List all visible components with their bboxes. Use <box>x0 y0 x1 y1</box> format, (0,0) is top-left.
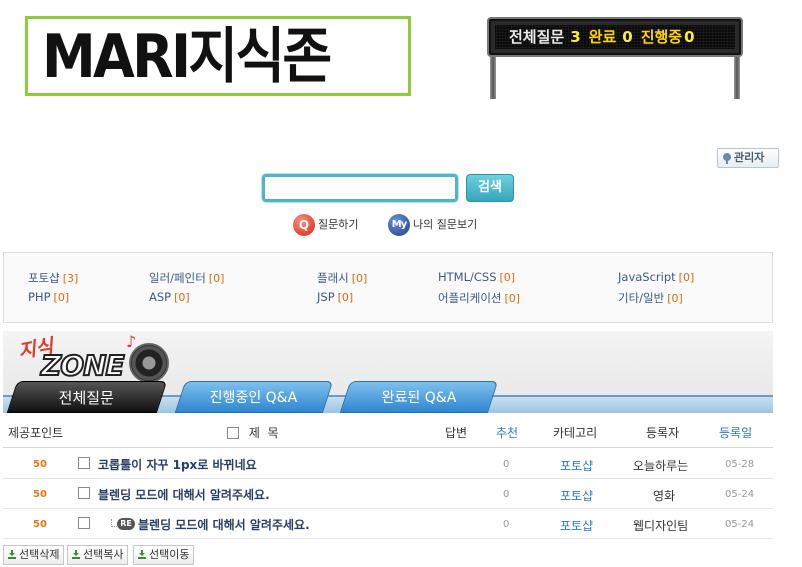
category-item[interactable]: PHP [0] <box>28 290 69 304</box>
tab-all-questions[interactable]: 전체질문 <box>6 381 168 413</box>
admin-button[interactable]: 관리자 <box>717 148 779 168</box>
site-logo-text: MARI지식존 <box>42 22 332 92</box>
row-title-link[interactable]: 블렌딩 모드에 대해서 알려주세요. <box>98 486 270 503</box>
admin-button-label: 관리자 <box>734 151 765 164</box>
col-title: 제 목 <box>227 424 279 441</box>
tab-completed[interactable]: 완료된 Q&A <box>339 381 499 413</box>
board-total-count: 3 <box>570 28 581 46</box>
category-item[interactable]: 포토샵 [3] <box>28 270 78 286</box>
category-box: 포토샵 [3] 일러/페인터 [0] 플래시 [0] HTML/CSS [0] Java… <box>3 252 773 323</box>
disc-icon <box>129 343 169 383</box>
table-row: 50 코롭툴이 자꾸 1px로 바뀌네요 0 포토샵 오늘하루는 05-28 <box>3 449 773 479</box>
category-item[interactable]: 일러/페인터 [0] <box>149 270 224 286</box>
row-recommend: 0 <box>503 489 510 500</box>
search-button[interactable]: 검색 <box>466 174 514 202</box>
pin-icon <box>723 153 731 164</box>
col-author: 등록자 <box>646 426 680 440</box>
my-icon: My <box>388 214 410 236</box>
row-recommend: 0 <box>503 459 510 470</box>
delete-selected-button[interactable]: 선택삭제 <box>3 545 65 565</box>
row-title-link[interactable]: 블렌딩 모드에 대해서 알려주세요. <box>138 516 310 533</box>
row-date: 05-24 <box>725 519 755 530</box>
question-icon: Q <box>293 214 315 236</box>
board-progress-count: 0 <box>684 28 695 46</box>
row-points: 50 <box>33 459 47 470</box>
stats-board: 전체질문 3 완료 0 진행중 0 <box>487 17 743 99</box>
row-date: 05-28 <box>725 459 755 470</box>
board-screen: 전체질문 3 완료 0 진행중 0 <box>495 25 735 49</box>
select-all-checkbox[interactable] <box>227 427 239 439</box>
row-checkbox[interactable] <box>78 457 90 469</box>
col-recommend: 추천 <box>496 426 519 440</box>
board-progress-label: 진행중 <box>640 28 683 46</box>
board-total-label: 전체질문 <box>509 28 565 46</box>
row-author[interactable]: 오늘하루는 <box>633 457 688 474</box>
category-item[interactable]: HTML/CSS [0] <box>438 270 515 284</box>
col-points: 제공포인트 <box>8 426 64 440</box>
row-date: 05-24 <box>725 489 755 500</box>
copy-selected-button[interactable]: 선택복사 <box>67 545 129 565</box>
row-category[interactable]: 포토샵 <box>560 457 593 474</box>
board-leg-left <box>490 55 496 99</box>
reply-badge: RE <box>117 518 135 530</box>
row-recommend: 0 <box>503 519 510 530</box>
download-icon <box>72 550 80 559</box>
move-selected-button[interactable]: 선택이동 <box>133 545 195 565</box>
zone-logo-text: ZONE <box>40 348 126 383</box>
table-row: 50 RE 블렌딩 모드에 대해서 알려주세요. 0 포토샵 웹디자인팀 05-… <box>3 509 773 539</box>
my-questions-label: 나의 질문보기 <box>413 218 478 231</box>
col-answers: 답변 <box>445 426 468 440</box>
col-date: 등록일 <box>719 426 753 440</box>
row-points: 50 <box>33 519 47 530</box>
search-input[interactable] <box>262 174 458 202</box>
table-header: 제공포인트 제 목 답변 추천 카테고리 등록자 등록일 <box>3 416 773 448</box>
ask-question-label: 질문하기 <box>318 218 359 231</box>
row-category[interactable]: 포토샵 <box>560 487 593 504</box>
tab-in-progress[interactable]: 진행중인 Q&A <box>174 381 334 413</box>
row-category[interactable]: 포토샵 <box>560 517 593 534</box>
row-checkbox[interactable] <box>78 517 90 529</box>
category-item[interactable]: 어플리케이션 [0] <box>438 290 520 306</box>
board-done-label: 완료 <box>588 28 617 46</box>
site-logo[interactable]: MARI지식존 <box>25 16 411 96</box>
row-points: 50 <box>33 489 47 500</box>
category-item[interactable]: JSP [0] <box>317 290 353 304</box>
row-author[interactable]: 영화 <box>653 487 675 504</box>
download-icon <box>8 550 16 559</box>
board-frame: 전체질문 3 완료 0 진행중 0 <box>487 17 743 57</box>
row-checkbox[interactable] <box>78 487 90 499</box>
ask-question-link[interactable]: Q 질문하기 <box>293 214 358 236</box>
category-item[interactable]: ASP [0] <box>149 290 190 304</box>
category-item[interactable]: 기타/일반 [0] <box>618 290 683 306</box>
my-questions-link[interactable]: My 나의 질문보기 <box>388 214 477 236</box>
download-icon <box>138 550 146 559</box>
category-item[interactable]: 플래시 [0] <box>317 270 367 286</box>
board-leg-right <box>734 55 740 99</box>
row-author[interactable]: 웹디자인팀 <box>633 517 688 534</box>
board-done-count: 0 <box>622 28 633 46</box>
category-item[interactable]: JavaScript [0] <box>618 270 694 284</box>
row-title-link[interactable]: 코롭툴이 자꾸 1px로 바뀌네요 <box>98 456 257 473</box>
table-row: 50 블렌딩 모드에 대해서 알려주세요. 0 포토샵 영화 05-24 <box>3 479 773 509</box>
col-category: 카테고리 <box>553 426 598 440</box>
